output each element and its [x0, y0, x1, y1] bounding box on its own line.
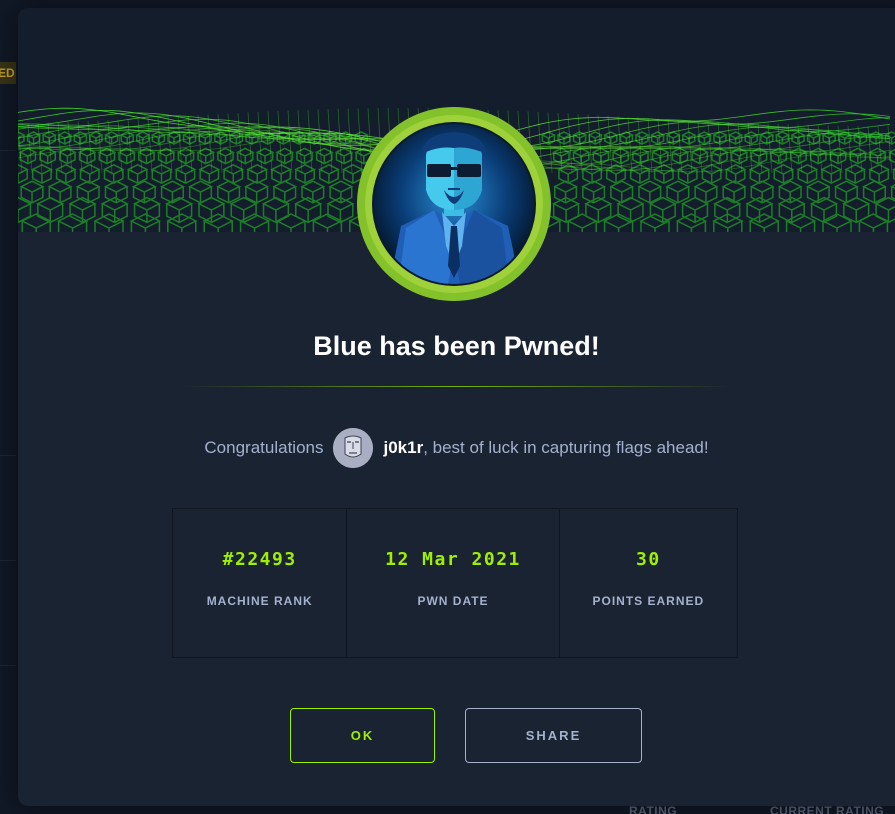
- machine-rank-value: #22493: [222, 549, 297, 570]
- background-divider: [0, 150, 16, 151]
- share-button[interactable]: SHARE: [465, 708, 642, 763]
- congrats-suffix: , best of luck in capturing flags ahead!: [423, 438, 709, 457]
- background-divider: [0, 455, 16, 456]
- points-earned-value: 30: [635, 549, 661, 570]
- background-status-badge: ED: [0, 62, 16, 84]
- stat-machine-rank: #22493 MACHINE RANK: [173, 509, 348, 657]
- stat-pwn-date: 12 Mar 2021 PWN DATE: [347, 509, 560, 657]
- stats-table: #22493 MACHINE RANK 12 Mar 2021 PWN DATE…: [172, 508, 738, 658]
- pwned-modal: Blue has been Pwned! Congratulations j0k…: [18, 8, 895, 806]
- stat-points-earned: 30 POINTS EARNED: [560, 509, 737, 657]
- machine-rank-label: MACHINE RANK: [206, 594, 313, 608]
- congrats-prefix: Congratulations: [204, 438, 324, 457]
- user-avatar-icon[interactable]: [333, 428, 374, 468]
- username-link[interactable]: j0k1r: [383, 438, 423, 458]
- background-divider: [0, 560, 16, 561]
- pwned-title: Blue has been Pwned!: [313, 331, 600, 361]
- congrats-message: Congratulations j0k1r , best of luck in …: [18, 428, 895, 468]
- background-divider: [0, 665, 16, 666]
- pwn-date-value: 12 Mar 2021: [385, 549, 521, 570]
- pwn-date-label: PWN DATE: [417, 594, 489, 608]
- ok-button[interactable]: OK: [290, 708, 435, 763]
- title-divider: [182, 386, 732, 387]
- points-earned-label: POINTS EARNED: [592, 594, 705, 608]
- hacker-avatar-icon: [356, 106, 552, 302]
